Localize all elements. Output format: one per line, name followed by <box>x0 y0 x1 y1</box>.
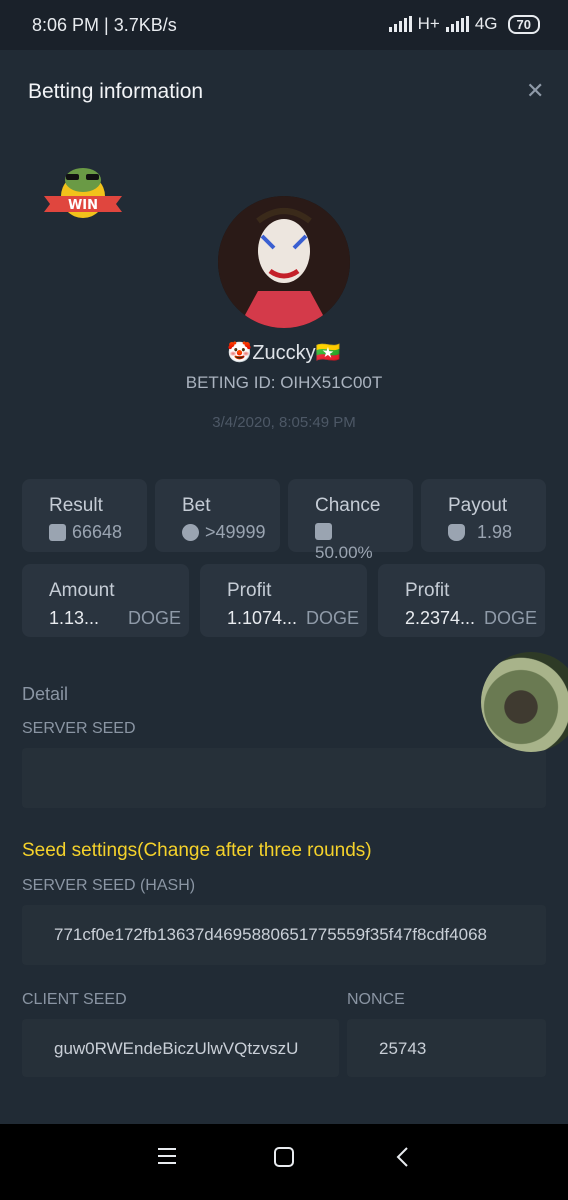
profit-unit-1: DOGE <box>305 608 359 628</box>
payout-value: 1.98 <box>477 522 513 542</box>
server-seed-hash-field[interactable]: 771cf0e172fb13637d4695880651775559f35f47… <box>22 905 546 965</box>
nonce-value: 25743 <box>379 1039 427 1058</box>
profit-value-2: 2.2374... <box>405 608 476 628</box>
menu-icon[interactable] <box>157 1146 177 1171</box>
svg-text:WIN: WIN <box>68 198 98 213</box>
status-time: 8:06 PM | 3.7KB/s <box>32 15 177 35</box>
detail-heading: Detail <box>22 684 69 704</box>
profit-card-2: Profit 2.2374... DOGE <box>378 564 545 637</box>
server-seed-hash-label: SERVER SEED (HASH) <box>22 877 196 894</box>
signal-icon-2 <box>445 16 469 32</box>
client-seed-label: CLIENT SEED <box>22 991 127 1008</box>
server-seed-label: SERVER SEED <box>22 720 136 737</box>
result-value-wrap: 66648 <box>49 522 122 543</box>
server-seed-field[interactable] <box>22 748 546 808</box>
payout-icon <box>448 524 465 541</box>
nonce-field[interactable]: 25743 <box>347 1019 546 1077</box>
chance-icon-wrap <box>315 523 332 540</box>
payout-label: Payout <box>448 495 508 516</box>
amount-unit: DOGE <box>127 608 181 628</box>
network-type-2: 4G <box>474 14 498 33</box>
payout-value-wrap: 1.98 <box>448 522 512 543</box>
home-icon[interactable] <box>273 1146 295 1173</box>
network-type-1: H+ <box>417 14 440 33</box>
result-label: Result <box>49 495 103 516</box>
bet-card: Bet >49999 <box>155 479 280 552</box>
win-badge: WIN <box>42 158 124 230</box>
amount-value: 1.13... <box>49 608 100 628</box>
user-avatar <box>218 196 350 328</box>
client-seed-field[interactable]: guw0RWEndeBiczUlwVQtzvszU <box>22 1019 339 1077</box>
bet-datetime: 3/4/2020, 8:05:49 PM <box>212 414 356 431</box>
back-icon[interactable] <box>395 1146 411 1173</box>
status-bar: 8:06 PM | 3.7KB/s H+ 4G 70 <box>0 0 568 50</box>
bet-label: Bet <box>182 495 211 516</box>
nonce-label: NONCE <box>347 991 405 1008</box>
client-seed-value: guw0RWEndeBiczUlwVQtzvszU <box>54 1039 299 1058</box>
profit-value-1: 1.1074... <box>227 608 298 628</box>
status-icons: H+ 4G 70 <box>388 14 540 34</box>
chart-icon <box>49 524 66 541</box>
bet-id: BETING ID: OIHX51C00T <box>185 373 383 392</box>
page-title: Betting information <box>28 80 204 103</box>
payout-card: Payout 1.98 <box>421 479 546 552</box>
profit-unit-2: DOGE <box>483 608 537 628</box>
battery-icon: 70 <box>507 14 540 34</box>
chart-icon <box>315 523 332 540</box>
profit-card-1: Profit 1.1074... DOGE <box>200 564 367 637</box>
signal-icon <box>388 16 412 32</box>
amount-card: Amount 1.13... DOGE <box>22 564 189 637</box>
bitcoin-icon <box>182 524 199 541</box>
username: 🤡Zuccky🇲🇲 <box>227 342 341 364</box>
bet-value: >49999 <box>205 522 266 542</box>
result-value: 66648 <box>72 522 123 542</box>
profit-label-2: Profit <box>405 580 450 601</box>
chance-label: Chance <box>315 495 381 516</box>
result-card: Result 66648 <box>22 479 147 552</box>
server-seed-hash-value: 771cf0e172fb13637d4695880651775559f35f47… <box>54 925 487 944</box>
seed-settings-heading: Seed settings(Change after three rounds) <box>22 840 372 861</box>
amount-label: Amount <box>49 580 115 601</box>
close-icon[interactable]: ✕ <box>526 78 544 104</box>
profit-label-1: Profit <box>227 580 272 601</box>
bet-value-wrap: >49999 <box>182 522 266 543</box>
chance-card: Chance 50.00% <box>288 479 413 562</box>
chance-value: 50.00% <box>315 543 373 562</box>
